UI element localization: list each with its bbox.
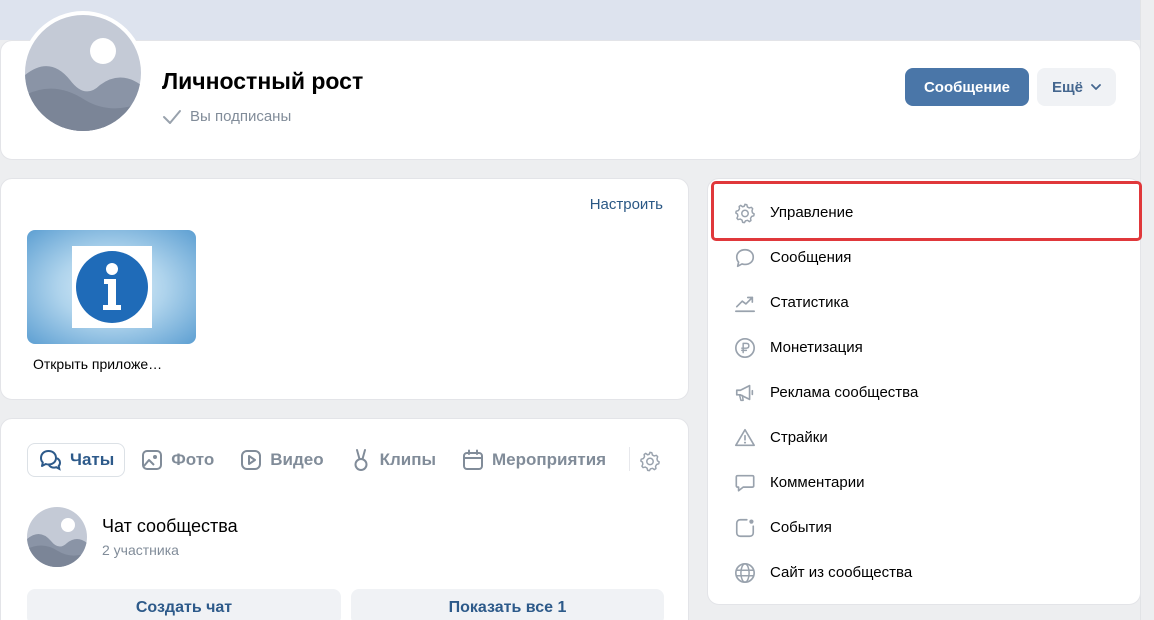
chat-list-item[interactable]: Чат сообщества 2 участника: [27, 507, 238, 567]
message-button[interactable]: Сообщение: [905, 68, 1029, 106]
globe-icon: [735, 562, 755, 583]
scrollbar-track[interactable]: [1140, 0, 1154, 620]
top-banner: [0, 0, 1154, 40]
menu-item-label: Страйки: [770, 429, 828, 446]
app-caption[interactable]: Открыть приложе…: [33, 356, 162, 372]
photo-icon: [142, 450, 163, 470]
menu-item-label: Сайт из сообщества: [770, 564, 913, 581]
warning-triangle-icon: [735, 428, 755, 446]
content-tabs: Чаты Фото Видео Клипы Мероприятия: [27, 443, 622, 477]
menu-item-website[interactable]: Сайт из сообщества: [708, 550, 1142, 595]
community-header: Личностный рост Вы подписаны Сообщение Е…: [0, 11, 1141, 160]
show-all-chats-button[interactable]: Показать все 1: [351, 589, 664, 620]
menu-item-ads[interactable]: Реклама сообщества: [708, 370, 1142, 415]
menu-item-label: Управление: [770, 204, 854, 221]
tab-chats-label: Чаты: [70, 450, 115, 469]
menu-item-label: Статистика: [770, 294, 849, 311]
menu-item-messages[interactable]: Сообщения: [708, 235, 1142, 280]
menu-item-comments[interactable]: Комментарии: [708, 460, 1142, 505]
chat-bubbles-icon: [40, 450, 62, 471]
configure-link[interactable]: Настроить: [590, 196, 663, 213]
chats-card: Чаты Фото Видео Клипы Мероприятия Чат со…: [0, 418, 689, 620]
menu-item-label: Сообщения: [770, 249, 852, 266]
trend-chart-icon: [735, 296, 755, 312]
more-button[interactable]: Ещё: [1037, 68, 1116, 106]
tab-clips[interactable]: Клипы: [340, 443, 446, 477]
chat-avatar: [27, 507, 87, 567]
avatar-placeholder-icon: [27, 507, 87, 567]
community-avatar[interactable]: [21, 11, 145, 135]
event-icon: [735, 518, 755, 537]
video-icon: [241, 450, 262, 470]
ruble-coin-icon: [735, 337, 755, 358]
comment-icon: [735, 474, 755, 492]
tab-video[interactable]: Видео: [230, 443, 333, 477]
tabs-settings-button[interactable]: [639, 450, 661, 477]
tabs-divider: [629, 447, 630, 471]
tab-video-label: Видео: [270, 450, 324, 469]
community-management-menu: Управление Сообщения Статистика Монетиза…: [707, 178, 1141, 605]
clips-icon: [354, 449, 368, 471]
app-tile-frame: [71, 246, 152, 328]
more-button-label: Ещё: [1051, 78, 1083, 96]
info-icon: [75, 251, 148, 323]
gear-icon: [640, 451, 660, 472]
page-title: Личностный рост: [162, 68, 364, 94]
menu-item-statistics[interactable]: Статистика: [708, 280, 1142, 325]
chat-members-count: 2 участника: [102, 542, 179, 558]
calendar-icon: [463, 449, 483, 470]
menu-item-monetization[interactable]: Монетизация: [708, 325, 1142, 370]
tab-events[interactable]: Мероприятия: [452, 443, 616, 477]
menu-item-label: Монетизация: [770, 339, 863, 356]
megaphone-icon: [735, 384, 754, 401]
menu-item-events[interactable]: События: [708, 505, 1142, 550]
tab-photo-label: Фото: [171, 450, 215, 469]
tab-clips-label: Клипы: [379, 450, 436, 469]
chat-name: Чат сообщества: [102, 516, 238, 536]
tab-events-label: Мероприятия: [492, 450, 607, 469]
menu-item-management[interactable]: Управление: [708, 190, 1142, 235]
chevron-down-icon: [1091, 84, 1101, 90]
chat-bubble-icon: [735, 248, 755, 267]
app-tile[interactable]: [27, 230, 196, 344]
subscribed-label: Вы подписаны: [190, 108, 292, 125]
subscription-status[interactable]: Вы подписаны: [162, 108, 291, 125]
apps-widget: Настроить Открыть приложе…: [0, 178, 689, 400]
chat-info: Чат сообщества 2 участника: [102, 516, 238, 558]
menu-item-label: Комментарии: [770, 474, 865, 491]
menu-item-strikes[interactable]: Страйки: [708, 415, 1142, 460]
menu-item-label: Реклама сообщества: [770, 384, 919, 401]
tab-photo[interactable]: Фото: [131, 443, 224, 477]
tab-chats[interactable]: Чаты: [27, 443, 126, 477]
menu-item-label: События: [770, 519, 832, 536]
create-chat-button[interactable]: Создать чат: [27, 589, 341, 620]
gear-icon: [735, 203, 755, 223]
check-icon: [163, 109, 181, 124]
avatar-placeholder-icon: [25, 15, 141, 131]
